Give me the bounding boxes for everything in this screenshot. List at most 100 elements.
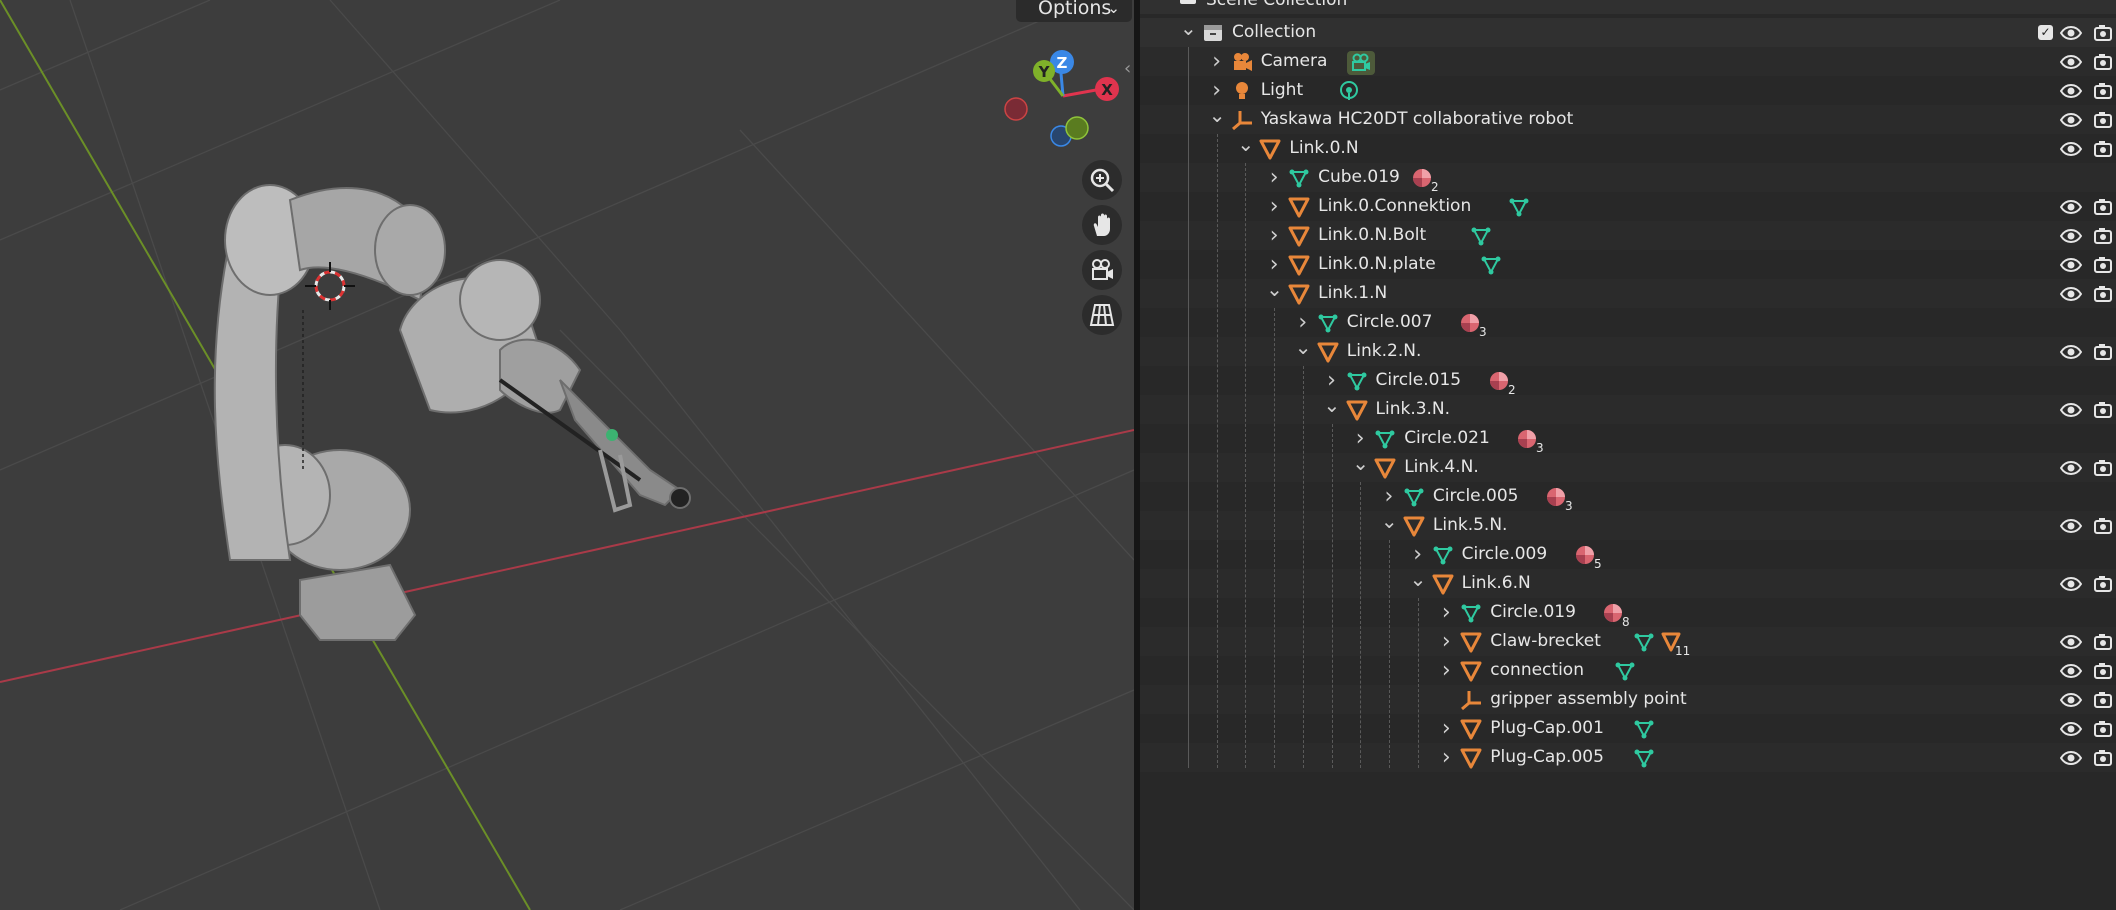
collapse-chevron-icon[interactable]: › — [1438, 598, 1454, 627]
outliner-item-label[interactable]: Link.0.N.Bolt — [1318, 221, 1426, 250]
render-camera-icon[interactable] — [2093, 52, 2115, 72]
render-camera-icon[interactable] — [2093, 81, 2115, 101]
visibility-eye-icon[interactable] — [2059, 197, 2083, 217]
collapse-chevron-icon[interactable]: › — [1438, 714, 1454, 743]
outliner-row[interactable]: › Circle.005 3 — [1140, 482, 2116, 513]
visibility-eye-icon[interactable] — [2059, 516, 2083, 536]
collapse-chevron-icon[interactable]: › — [1209, 47, 1225, 76]
material-icon[interactable]: 3 — [1459, 312, 1493, 339]
zoom-button[interactable] — [1082, 160, 1122, 200]
outliner-row[interactable]: ⌄ Link.3.N. — [1140, 395, 2116, 424]
outliner-row[interactable]: › Plug-Cap.001 — [1140, 714, 2116, 743]
outliner-row[interactable]: › Plug-Cap.005 — [1140, 743, 2116, 772]
mesh-data-icon[interactable] — [1633, 747, 1655, 769]
collapse-chevron-icon[interactable]: › — [1438, 743, 1454, 772]
outliner-row[interactable]: ⌄ Link.4.N. — [1140, 453, 2116, 482]
outliner-row[interactable]: › Cube.019 2 — [1140, 163, 2116, 194]
render-camera-icon[interactable] — [2093, 139, 2115, 159]
light-data-icon[interactable] — [1338, 80, 1360, 102]
visibility-eye-icon[interactable] — [2059, 400, 2083, 420]
render-camera-icon[interactable] — [2093, 574, 2115, 594]
render-camera-icon[interactable] — [2093, 690, 2115, 710]
material-icon[interactable]: 5 — [1574, 544, 1608, 571]
mesh-data-icon[interactable] — [1508, 196, 1530, 218]
outliner-row[interactable]: ⌄ Link.2.N. — [1140, 337, 2116, 366]
visibility-eye-icon[interactable] — [2059, 661, 2083, 681]
collapse-chevron-icon[interactable]: › — [1266, 192, 1282, 221]
outliner-item-label[interactable]: Circle.005 — [1433, 482, 1519, 511]
render-camera-icon[interactable] — [2093, 400, 2115, 420]
robot-arm-model[interactable] — [213, 184, 691, 641]
outliner-row[interactable]: › Link.0.N.plate — [1140, 250, 2116, 279]
visibility-eye-icon[interactable] — [2059, 23, 2083, 43]
pan-button[interactable] — [1082, 205, 1122, 245]
outliner-item-label[interactable]: Link.4.N. — [1404, 453, 1479, 482]
visibility-eye-icon[interactable] — [2059, 226, 2083, 246]
outliner-item-label[interactable]: Claw-brecket — [1490, 627, 1601, 656]
gizmo-neg-x-axis[interactable] — [1004, 97, 1028, 121]
outliner-row[interactable]: › Link.0.Connektion — [1140, 192, 2116, 221]
outliner-item-label[interactable]: connection — [1490, 656, 1584, 685]
outliner-row[interactable]: gripper assembly point — [1140, 685, 2116, 714]
render-camera-icon[interactable] — [2093, 23, 2115, 43]
expand-chevron-icon[interactable]: ⌄ — [1180, 18, 1197, 38]
render-camera-icon[interactable] — [2093, 284, 2115, 304]
expand-chevron-icon[interactable]: ⌄ — [1209, 105, 1226, 125]
render-camera-icon[interactable] — [2093, 516, 2115, 536]
gizmo-neg-y-axis[interactable] — [1065, 116, 1089, 140]
expand-chevron-icon[interactable]: ⌄ — [1381, 511, 1398, 531]
outliner-row[interactable]: ⌄ Link.1.N — [1140, 279, 2116, 308]
navigation-gizmo[interactable]: X Z Y — [1004, 50, 1119, 147]
exclude-checkbox[interactable]: ✓ — [2038, 25, 2053, 40]
outliner-item-label[interactable]: Plug-Cap.005 — [1490, 743, 1604, 772]
material-icon[interactable]: 2 — [1488, 370, 1522, 397]
outliner-item-label[interactable]: Link.0.N — [1289, 134, 1358, 163]
outliner-item-label[interactable]: Circle.007 — [1347, 308, 1433, 337]
outliner-item-label[interactable]: Plug-Cap.001 — [1490, 714, 1604, 743]
material-icon[interactable]: 2 — [1411, 167, 1445, 194]
options-dropdown[interactable]: Options ⌄ — [1016, 0, 1132, 22]
outliner-row[interactable]: ⌄ Collection ✓ — [1140, 18, 2116, 47]
outliner-item-label[interactable]: Link.5.N. — [1433, 511, 1508, 540]
visibility-eye-icon[interactable] — [2059, 574, 2083, 594]
visibility-eye-icon[interactable] — [2059, 748, 2083, 768]
render-camera-icon[interactable] — [2093, 632, 2115, 652]
expand-chevron-icon[interactable]: ⌄ — [1295, 337, 1312, 357]
outliner-item-label[interactable]: Link.3.N. — [1376, 395, 1451, 424]
outliner-item-label[interactable]: Link.0.N.plate — [1318, 250, 1436, 279]
mesh-data-icon[interactable] — [1633, 718, 1655, 740]
expand-chevron-icon[interactable]: ⌄ — [1352, 453, 1369, 473]
outliner-row[interactable]: › Circle.009 5 — [1140, 540, 2116, 571]
material-icon[interactable]: 3 — [1516, 428, 1550, 455]
outliner-item-label[interactable]: Light — [1261, 76, 1303, 105]
mesh-data-icon[interactable] — [1480, 254, 1502, 276]
outliner-row[interactable]: › connection — [1140, 656, 2116, 685]
collapse-chevron-icon[interactable]: › — [1266, 163, 1282, 192]
visibility-eye-icon[interactable] — [2059, 632, 2083, 652]
outliner-item-label[interactable]: Link.6.N — [1462, 569, 1531, 598]
expand-chevron-icon[interactable]: ⌄ — [1237, 134, 1254, 154]
render-camera-icon[interactable] — [2093, 719, 2115, 739]
visibility-eye-icon[interactable] — [2059, 110, 2083, 130]
visibility-eye-icon[interactable] — [2059, 81, 2083, 101]
outliner-row[interactable]: › Light — [1140, 76, 2116, 105]
collapse-chevron-icon[interactable]: › — [1438, 627, 1454, 656]
outliner-row[interactable]: › Circle.021 3 — [1140, 424, 2116, 455]
render-camera-icon[interactable] — [2093, 197, 2115, 217]
outliner-item-label[interactable]: Link.2.N. — [1347, 337, 1422, 366]
visibility-eye-icon[interactable] — [2059, 255, 2083, 275]
collapse-chevron-icon[interactable]: › — [1266, 250, 1282, 279]
material-icon[interactable]: 8 — [1602, 602, 1636, 629]
material-icon[interactable]: 3 — [1545, 486, 1579, 513]
render-camera-icon[interactable] — [2093, 458, 2115, 478]
collapse-chevron-icon[interactable]: › — [1410, 540, 1426, 569]
outliner-item-label[interactable]: Circle.009 — [1462, 540, 1548, 569]
render-camera-icon[interactable] — [2093, 748, 2115, 768]
visibility-eye-icon[interactable] — [2059, 52, 2083, 72]
render-camera-icon[interactable] — [2093, 342, 2115, 362]
outliner-item-label[interactable]: Circle.021 — [1404, 424, 1490, 453]
expand-chevron-icon[interactable]: ⌄ — [1410, 569, 1427, 589]
outliner-row[interactable]: › Link.0.N.Bolt — [1140, 221, 2116, 250]
collapse-chevron-icon[interactable]: › — [1209, 76, 1225, 105]
outliner-row[interactable]: › Camera — [1140, 47, 2116, 76]
